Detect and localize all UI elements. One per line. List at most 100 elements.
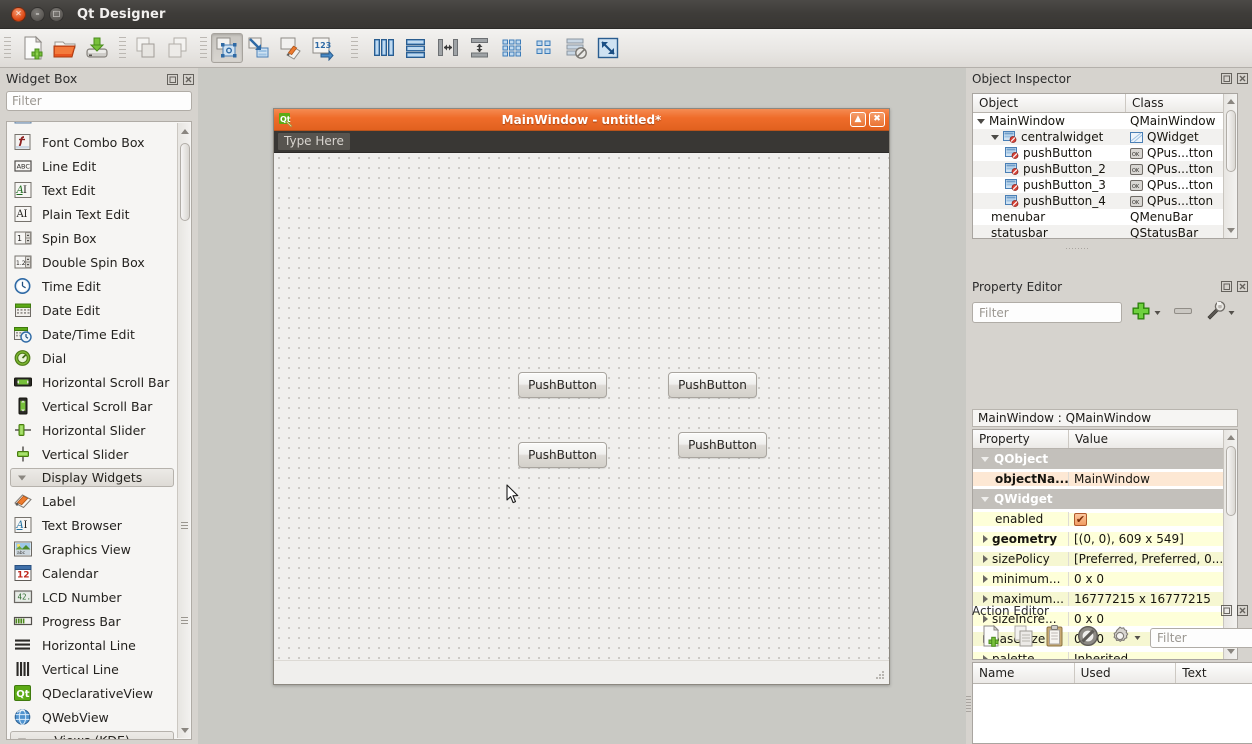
widget-box-item-qdeclarativeview[interactable]: Qt QDeclarativeView xyxy=(7,681,177,705)
object-inspector-row[interactable]: menubar QMenuBar xyxy=(973,209,1237,225)
new-form-button[interactable] xyxy=(17,33,49,63)
action-editor-filter-input[interactable]: Filter xyxy=(1150,627,1252,648)
window-close-button[interactable]: ✕ xyxy=(11,6,26,22)
action-editor-col-used[interactable]: Used xyxy=(1075,663,1177,683)
widget-box-item-horizontal-line[interactable]: Horizontal Line xyxy=(7,633,177,657)
copy-action-button[interactable] xyxy=(1012,624,1036,651)
widget-box-item-date-edit[interactable]: Date Edit xyxy=(7,298,177,322)
action-view-mode-dropdown-arrow-icon[interactable] xyxy=(1133,631,1142,645)
object-inspector-row[interactable]: MainWindow QMainWindow xyxy=(973,113,1237,129)
paste-action-button[interactable] xyxy=(1044,624,1068,651)
toolbar-grip-layout[interactable] xyxy=(351,37,358,59)
widget-box-category-display-widgets[interactable]: Display Widgets xyxy=(10,468,174,487)
chevron-down-icon[interactable] xyxy=(991,134,999,140)
object-inspector-scroll-down-button[interactable] xyxy=(1226,224,1236,237)
object-inspector-close-button[interactable] xyxy=(1237,73,1248,84)
widget-box-filter-input[interactable]: Filter xyxy=(6,91,192,111)
action-editor-float-button[interactable] xyxy=(1221,605,1232,616)
widget-box-item-qwebview[interactable]: QWebView xyxy=(7,705,177,729)
object-inspector-splitter[interactable] xyxy=(1066,246,1088,251)
property-editor-scroll-up-button[interactable] xyxy=(1226,431,1236,444)
property-editor-float-button[interactable] xyxy=(1221,281,1232,292)
property-editor-row[interactable]: geometry [(0, 0), 609 x 549] xyxy=(973,529,1237,549)
configure-property-editor-button[interactable] xyxy=(1204,300,1226,325)
edit-buddies-button[interactable] xyxy=(275,33,307,63)
widget-box-item-dial[interactable]: Dial xyxy=(7,346,177,370)
property-editor-value-cell[interactable]: [(0, 0), 609 x 549] xyxy=(1069,532,1223,546)
add-dynamic-property-button[interactable] xyxy=(1130,300,1162,325)
widget-box-float-button[interactable] xyxy=(167,73,178,85)
action-editor-col-text[interactable]: Text xyxy=(1176,663,1252,683)
enabled-checkbox[interactable]: ✔ xyxy=(1074,512,1087,526)
toolbar-grip-mode[interactable] xyxy=(200,37,207,59)
chevron-right-icon[interactable] xyxy=(983,535,988,543)
object-inspector-row[interactable]: pushButton_4 OK QPus...tton xyxy=(973,193,1237,209)
action-editor-table[interactable]: Name Used Text xyxy=(972,662,1252,744)
form-central-widget[interactable]: PushButton PushButton PushButton PushButton xyxy=(274,153,889,660)
break-layout-button[interactable] xyxy=(560,33,592,63)
delete-action-button[interactable] xyxy=(1076,624,1100,651)
action-editor-close-button[interactable] xyxy=(1237,605,1248,616)
property-editor-row[interactable]: minimum... 0 x 0 xyxy=(973,569,1237,589)
form-shade-button[interactable]: ▲ xyxy=(850,112,866,127)
widget-box-item-date-time-edit[interactable]: Date/Time Edit xyxy=(7,322,177,346)
widget-box-item-line-edit[interactable]: ABC Line Edit xyxy=(7,154,177,178)
widget-box-item-spin-box[interactable]: 1 Spin Box xyxy=(7,226,177,250)
save-form-button[interactable] xyxy=(81,33,113,63)
property-editor-col-property[interactable]: Property xyxy=(973,430,1069,448)
property-editor-value-cell[interactable]: [Preferred, Preferred, 0... xyxy=(1069,552,1223,566)
widget-box-item-label[interactable]: Label xyxy=(7,489,177,513)
widget-box-list[interactable]: Font Combo Box ABC Line Edit A I Text Edit A I P… xyxy=(6,121,192,740)
widget-box-category-views-kde[interactable]: Views (KDE) xyxy=(10,731,174,739)
layout-horizontally-button[interactable] xyxy=(368,33,400,63)
window-minimize-button[interactable]: – xyxy=(30,6,45,22)
form-push-button-2[interactable]: PushButton xyxy=(668,372,757,398)
widget-box-item-vertical-line[interactable]: Vertical Line xyxy=(7,657,177,681)
property-editor-row[interactable]: enabled ✔ xyxy=(973,509,1237,529)
property-editor-value-cell[interactable]: MainWindow xyxy=(1069,472,1223,486)
property-editor-close-button[interactable] xyxy=(1237,281,1248,292)
chevron-down-icon[interactable] xyxy=(977,118,985,124)
object-inspector-scroll-thumb[interactable] xyxy=(1226,110,1236,172)
widget-box-item-progress-bar[interactable]: Progress Bar xyxy=(7,609,177,633)
chevron-right-icon[interactable] xyxy=(983,555,988,563)
action-editor-dock-grip[interactable] xyxy=(966,696,971,714)
layout-splitter-horizontal-button[interactable] xyxy=(432,33,464,63)
widget-box-close-button[interactable] xyxy=(183,73,194,85)
form-size-grip[interactable] xyxy=(873,669,886,682)
widget-box-item-text-browser[interactable]: A I Text Browser xyxy=(7,513,177,537)
widget-box-scrollbar[interactable] xyxy=(177,123,190,738)
action-editor-col-name[interactable]: Name xyxy=(973,663,1075,683)
widget-box-scroll-down-button[interactable] xyxy=(179,723,191,737)
widget-box-scroll-up-button[interactable] xyxy=(179,124,191,138)
chevron-down-icon[interactable] xyxy=(981,496,989,502)
chevron-right-icon[interactable] xyxy=(983,575,988,583)
object-inspector-tree[interactable]: Object Class MainWindow QMainWindow centra… xyxy=(972,93,1238,239)
form-workspace[interactable]: Qt MainWindow - untitled* ▲ ✖ Type Here … xyxy=(198,68,966,744)
configure-dropdown-arrow-icon[interactable] xyxy=(1227,306,1236,320)
window-maximize-button[interactable]: □ xyxy=(49,6,64,22)
widget-box-item-lcd-number[interactable]: 42. LCD Number xyxy=(7,585,177,609)
menubar-type-here-placeholder[interactable]: Type Here xyxy=(278,133,350,150)
undo-button[interactable] xyxy=(130,33,162,63)
form-push-button-1[interactable]: PushButton xyxy=(518,372,607,398)
property-editor-filter-input[interactable]: Filter xyxy=(972,302,1122,323)
widget-box-item-calendar[interactable]: 12 Calendar xyxy=(7,561,177,585)
property-editor-scroll-thumb[interactable] xyxy=(1226,446,1236,516)
property-editor-value-cell[interactable]: 0 x 0 xyxy=(1069,572,1223,586)
layout-splitter-vertical-button[interactable] xyxy=(464,33,496,63)
remove-dynamic-property-button[interactable] xyxy=(1172,305,1194,320)
object-inspector-col-class[interactable]: Class xyxy=(1126,94,1237,112)
widget-box-item-double-spin-box[interactable]: 1.2 Double Spin Box xyxy=(7,250,177,274)
object-inspector-row[interactable]: statusbar QStatusBar xyxy=(973,225,1237,238)
object-inspector-float-button[interactable] xyxy=(1221,73,1232,84)
form-push-button-3[interactable]: PushButton xyxy=(518,442,607,468)
layout-grid-button[interactable] xyxy=(496,33,528,63)
designed-form-window[interactable]: Qt MainWindow - untitled* ▲ ✖ Type Here … xyxy=(273,108,890,685)
layout-form-button[interactable] xyxy=(528,33,560,63)
widget-box-item-graphics-view[interactable]: abc Graphics View xyxy=(7,537,177,561)
edit-widgets-button[interactable] xyxy=(211,33,243,63)
open-form-button[interactable] xyxy=(49,33,81,63)
edit-signals-slots-button[interactable] xyxy=(243,33,275,63)
widget-box-item-font-combo-box[interactable]: Font Combo Box xyxy=(7,130,177,154)
